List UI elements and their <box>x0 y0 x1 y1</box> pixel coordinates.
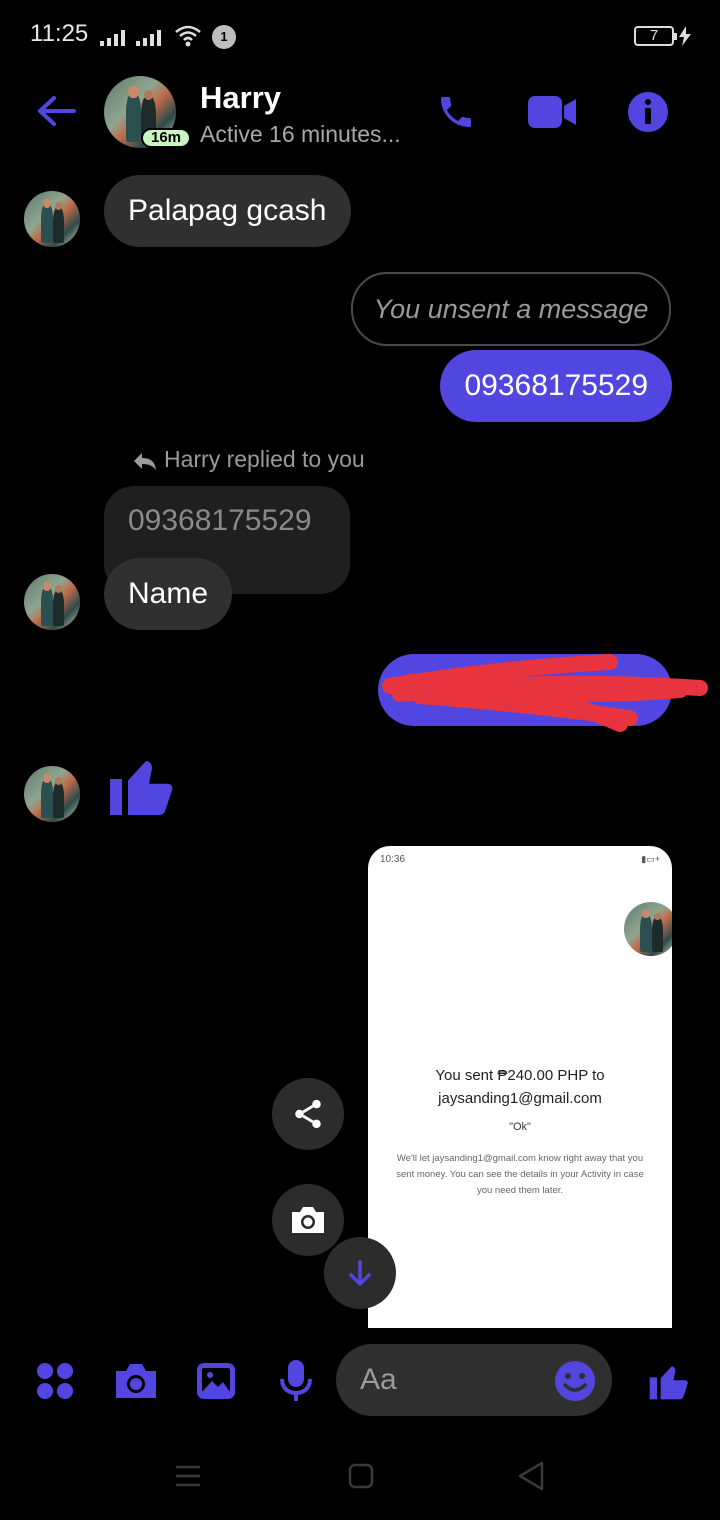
camera-icon <box>292 1207 324 1233</box>
emoji-icon[interactable] <box>554 1360 596 1402</box>
mic-icon[interactable] <box>280 1360 312 1402</box>
payment-line-1: You sent ₱240.00 PHP to <box>435 1067 605 1084</box>
payment-line-2: jaysanding1@gmail.com <box>438 1090 602 1107</box>
incoming-message[interactable]: Palapag gcash <box>104 175 351 247</box>
payment-info-text: We'll let jaysanding1@gmail.com know rig… <box>396 1153 644 1196</box>
thumbs-up-icon[interactable] <box>104 748 176 822</box>
thumbs-up-icon[interactable] <box>646 1358 690 1404</box>
message-composer[interactable] <box>336 1344 612 1416</box>
notification-count-badge: 1 <box>212 25 236 49</box>
back-arrow-icon[interactable] <box>36 94 76 128</box>
sender-avatar[interactable] <box>24 574 80 630</box>
image-icon[interactable] <box>196 1362 236 1400</box>
active-time-badge: 16m <box>141 128 191 148</box>
info-icon[interactable] <box>627 91 669 133</box>
camera-button[interactable] <box>272 1184 344 1256</box>
redaction-scribble <box>380 654 710 734</box>
payment-note-quote: "Ok" <box>509 1121 531 1133</box>
contact-name[interactable]: Harry <box>200 80 281 116</box>
share-button[interactable] <box>272 1078 344 1150</box>
status-time: 11:25 <box>30 20 89 47</box>
shared-screenshot-image[interactable]: 10:36 ▮▭+ You sent ₱240.00 PHP to jaysan… <box>368 846 672 1328</box>
outgoing-message[interactable]: 09368175529 <box>440 350 672 422</box>
wifi-icon <box>174 24 202 48</box>
contact-status: Active 16 minutes... <box>200 121 401 147</box>
signal-icon <box>100 28 128 46</box>
signal-icon-2 <box>136 28 164 46</box>
unsent-message-notice: You unsent a message <box>351 272 671 346</box>
sender-avatar[interactable] <box>24 766 80 822</box>
camera-icon[interactable] <box>114 1362 158 1400</box>
reply-icon <box>132 450 158 472</box>
video-icon[interactable] <box>528 94 576 130</box>
reply-label: Harry replied to you <box>164 446 365 472</box>
sender-avatar[interactable] <box>24 191 80 247</box>
screenshot-battery-icon: ▮▭+ <box>641 854 660 864</box>
scroll-down-button[interactable] <box>324 1237 396 1309</box>
incoming-message[interactable]: Name <box>104 558 233 630</box>
charging-icon <box>678 26 692 46</box>
home-nav-icon[interactable] <box>347 1462 375 1490</box>
screenshot-time: 10:36 <box>380 854 406 865</box>
screenshot-avatar <box>624 902 672 956</box>
menu-nav-icon[interactable] <box>174 1462 202 1490</box>
share-icon <box>295 1099 321 1129</box>
apps-icon[interactable] <box>36 1362 74 1400</box>
phone-icon[interactable] <box>436 92 476 132</box>
message-input[interactable] <box>360 1344 540 1416</box>
payment-confirmation: You sent ₱240.00 PHP to jaysanding1@gmai… <box>368 1064 672 1110</box>
arrow-down-icon <box>349 1260 371 1286</box>
back-nav-icon[interactable] <box>516 1460 546 1492</box>
battery-indicator: 7 <box>634 26 677 46</box>
